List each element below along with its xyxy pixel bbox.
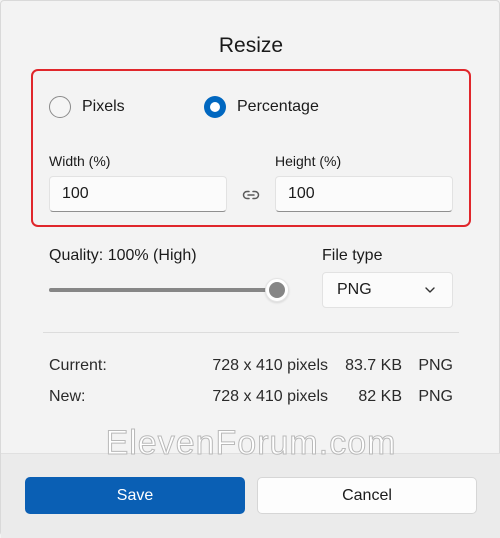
height-input[interactable] — [275, 176, 453, 212]
radio-pixels-label: Pixels — [82, 98, 125, 115]
resize-dialog: Resize Pixels Percentage Width (%) Heigh… — [0, 0, 500, 538]
quality-slider-fill — [49, 288, 277, 292]
new-size: 82 KB — [358, 388, 402, 405]
new-label: New: — [49, 388, 86, 405]
divider — [43, 332, 459, 333]
file-type-label: File type — [322, 247, 383, 264]
radio-percentage-option[interactable]: Percentage — [204, 96, 319, 118]
file-type-select[interactable]: PNG — [322, 272, 453, 308]
radio-percentage[interactable] — [204, 96, 226, 118]
watermark: ElevenForum.com — [105, 424, 397, 463]
radio-pixels-option[interactable]: Pixels — [49, 96, 125, 118]
save-button[interactable]: Save — [25, 477, 245, 514]
radio-percentage-label: Percentage — [237, 98, 319, 115]
file-type-value: PNG — [337, 281, 372, 298]
dialog-title: Resize — [218, 34, 284, 57]
width-label: Width (%) — [49, 153, 111, 169]
quality-label: Quality: 100% (High) — [49, 247, 197, 264]
width-input[interactable] — [49, 176, 227, 212]
current-format: PNG — [418, 357, 453, 374]
height-label: Height (%) — [275, 153, 342, 169]
new-format: PNG — [418, 388, 453, 405]
current-dimensions: 728 x 410 pixels — [212, 357, 328, 374]
cancel-button[interactable]: Cancel — [257, 477, 477, 514]
radio-pixels[interactable] — [49, 96, 71, 118]
current-label: Current: — [49, 357, 107, 374]
new-dimensions: 728 x 410 pixels — [212, 388, 328, 405]
chevron-down-icon — [425, 287, 435, 293]
link-icon[interactable] — [241, 185, 261, 205]
quality-slider-thumb[interactable] — [265, 278, 289, 302]
quality-slider[interactable] — [49, 278, 289, 302]
current-size: 83.7 KB — [345, 357, 402, 374]
